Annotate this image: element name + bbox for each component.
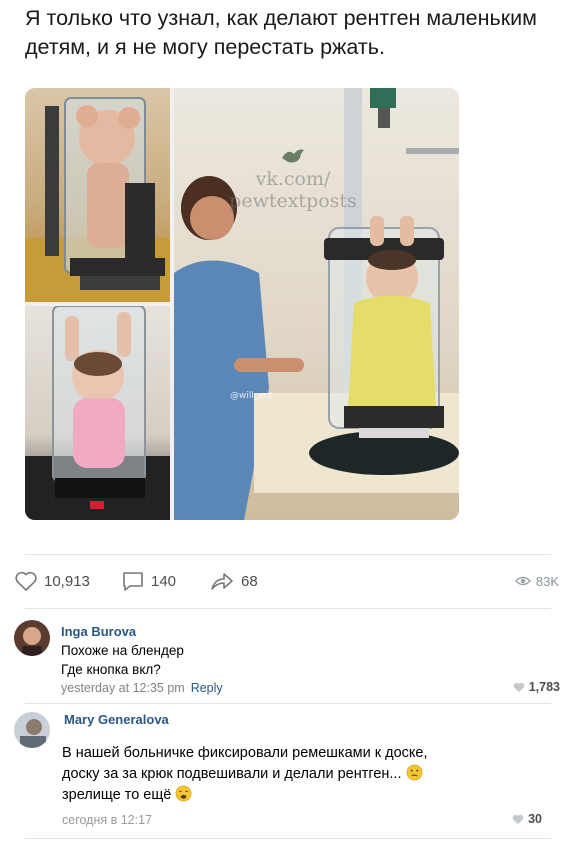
small-heart-icon: [513, 682, 525, 692]
comment-time[interactable]: сегодня в 12:17: [62, 813, 152, 827]
post-action-bar: 10,913 140 68 83K: [14, 569, 559, 593]
eye-icon: [514, 576, 531, 586]
photo-credit: @will_ent: [230, 391, 274, 401]
views-count: 83K: [535, 573, 559, 589]
like-count: 10,913: [44, 572, 90, 590]
comment-text-line3: зрелище то ещё: [62, 785, 192, 806]
watermark: vk.com/ pewtextposts: [203, 146, 383, 212]
comment-time[interactable]: yesterday at 12:35 pm: [61, 681, 185, 695]
post-photo-collage[interactable]: vk.com/ pewtextposts @will_ent: [25, 88, 459, 520]
vk-bird-icon: [282, 149, 304, 163]
watermark-line2: pewtextposts: [229, 190, 357, 212]
comment-text-line1: Похоже на блендер: [61, 643, 184, 658]
comment-icon: [123, 572, 143, 591]
share-count: 68: [241, 572, 258, 590]
comment-like-count: 30: [528, 812, 542, 826]
comment-item: Inga Burova Похоже на блендер Где кнопка…: [14, 620, 560, 700]
weary-face-icon: [175, 785, 192, 802]
divider-comment: [25, 703, 551, 704]
comment-text-line2-text: доску за за крюк подвешивали и делали ре…: [62, 766, 402, 782]
comment-author[interactable]: Mary Generalova: [64, 712, 169, 727]
avatar[interactable]: [14, 620, 50, 656]
divider-comments: [25, 608, 551, 609]
comment-button[interactable]: 140: [121, 569, 176, 593]
thinking-face-icon: [406, 764, 422, 781]
watermark-line1: vk.com/: [255, 168, 331, 190]
avatar[interactable]: [14, 712, 50, 748]
comment-meta: yesterday at 12:35 pm Reply: [61, 681, 223, 695]
like-button[interactable]: 10,913: [14, 569, 90, 593]
share-icon: [211, 573, 233, 590]
heart-icon: [15, 571, 37, 591]
divider-bottom: [25, 838, 551, 839]
comment-like-count: 1,783: [528, 680, 560, 694]
post-text: Я только что узнал, как делают рентген м…: [25, 6, 537, 59]
comment-text-line3-text: зрелище то ещё: [62, 787, 172, 803]
comment-text-line1: В нашей больничке фиксировали ремешками …: [62, 745, 428, 761]
comment-author[interactable]: Inga Burova: [61, 624, 136, 639]
photo-top-left[interactable]: [25, 88, 170, 302]
comment-count: 140: [151, 572, 177, 590]
comment-text-line2: доску за за крюк подвешивали и делали ре…: [62, 764, 423, 785]
reply-link[interactable]: Reply: [191, 681, 223, 695]
small-heart-icon: [512, 814, 524, 824]
views-counter: 83K: [514, 569, 559, 593]
comment-text-line2: Где кнопка вкл?: [61, 662, 161, 677]
share-button[interactable]: 68: [209, 569, 258, 593]
comment-like-button[interactable]: 30: [512, 812, 542, 826]
divider-actions: [25, 554, 551, 555]
comment-item: Mary Generalova В нашей больничке фиксир…: [14, 710, 560, 835]
comment-like-button[interactable]: 1,783: [513, 680, 560, 694]
photo-bottom-left[interactable]: [25, 306, 170, 520]
